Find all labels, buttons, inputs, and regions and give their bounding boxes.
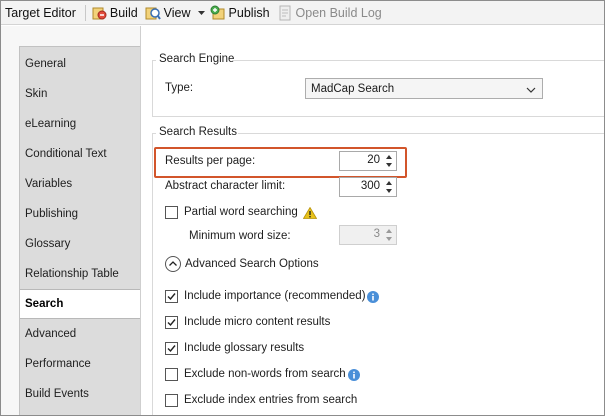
stepper-up-icon[interactable] [383,153,395,161]
group-divider [152,116,604,117]
sidebar-item-performance[interactable]: Performance [20,349,141,379]
sidebar-item-build-events[interactable]: Build Events [20,379,141,409]
abstract-limit-label: Abstract character limit: [165,180,286,192]
info-icon[interactable] [348,369,360,381]
sidebar-item-relationship-table[interactable]: Relationship Table [20,259,141,289]
sidebar-item-elearning[interactable]: eLearning [20,109,141,139]
open-build-log-button[interactable]: Open Build Log [275,2,387,24]
open-build-log-label: Open Build Log [295,5,382,20]
view-label: View [163,5,191,20]
include-glossary-checkbox[interactable] [165,342,178,355]
exclude-non-words-checkbox[interactable] [165,368,178,381]
group-divider [152,133,156,134]
build-label: Build [109,5,138,20]
content-divider [140,26,141,415]
min-word-size-label: Minimum word size: [189,230,291,242]
sidebar-item-search[interactable]: Search [20,289,141,319]
stepper-down-icon[interactable] [383,161,395,169]
include-importance-label: Include importance (recommended) [184,290,366,302]
sidebar-item-glossary[interactable]: Glossary [20,229,141,259]
sidebar-item-variables[interactable]: Variables [20,169,141,199]
results-per-page-stepper[interactable]: 20 [339,151,397,171]
sidebar-item-conditional-text[interactable]: Conditional Text [20,139,141,169]
stepper-down-icon[interactable] [383,235,395,243]
group-divider [152,60,153,116]
stepper-down-icon[interactable] [383,187,395,195]
partial-word-checkbox[interactable] [165,206,178,219]
search-engine-type-value: MadCap Search [311,82,395,95]
checkmark-icon [167,293,176,301]
include-importance-checkbox[interactable] [165,290,178,303]
group-divider [238,133,604,134]
warning-icon [302,206,318,219]
include-micro-content-checkbox[interactable] [165,316,178,329]
build-button[interactable]: Build [89,2,143,24]
min-word-size-stepper[interactable]: 3 [339,225,397,245]
results-per-page-label: Results per page: [165,155,256,167]
stepper-up-icon[interactable] [383,227,395,235]
publish-icon [210,5,226,21]
sidebar-item-skin[interactable]: Skin [20,79,141,109]
exclude-index-entries-checkbox[interactable] [165,394,178,407]
group-divider [152,60,156,61]
abstract-limit-value: 300 [360,180,380,192]
info-icon[interactable] [367,291,379,303]
advanced-options-label: Advanced Search Options [185,258,319,270]
build-log-icon [277,5,293,21]
chevron-up-icon [169,261,177,266]
settings-sidebar: General Skin eLearning Conditional Text … [19,46,141,415]
min-word-size-value: 3 [373,228,380,240]
chevron-down-icon [526,85,536,93]
toolbar-separator [84,4,86,21]
type-label: Type: [165,82,194,94]
toolbar: Target Editor Build View Publish Open Bu… [1,1,604,25]
view-icon [145,5,161,21]
build-icon [91,5,107,21]
exclude-index-entries-label: Exclude index entries from search [184,394,358,406]
checkmark-icon [167,345,176,353]
group-divider [152,133,153,415]
checkmark-icon [167,319,176,327]
exclude-non-words-label: Exclude non-words from search [184,368,346,380]
abstract-limit-stepper[interactable]: 300 [339,177,397,197]
search-results-group-title: Search Results [159,126,237,138]
sidebar-item-publishing[interactable]: Publishing [20,199,141,229]
include-glossary-label: Include glossary results [184,342,305,354]
partial-word-label: Partial word searching [184,206,298,218]
group-divider [232,60,604,61]
editor-title: Target Editor [5,5,76,20]
results-per-page-value: 20 [367,154,380,166]
collapse-advanced-options-button[interactable] [165,256,181,272]
sidebar-item-advanced[interactable]: Advanced [20,319,141,349]
publish-label: Publish [228,5,270,20]
publish-button[interactable]: Publish [208,2,275,24]
sidebar-item-general[interactable]: General [20,49,141,79]
view-dropdown-caret-icon[interactable] [196,2,208,24]
stepper-up-icon[interactable] [383,179,395,187]
search-engine-group-title: Search Engine [159,53,235,65]
search-engine-type-select[interactable]: MadCap Search [305,78,543,99]
include-micro-content-label: Include micro content results [184,316,331,328]
view-button[interactable]: View [143,2,196,24]
